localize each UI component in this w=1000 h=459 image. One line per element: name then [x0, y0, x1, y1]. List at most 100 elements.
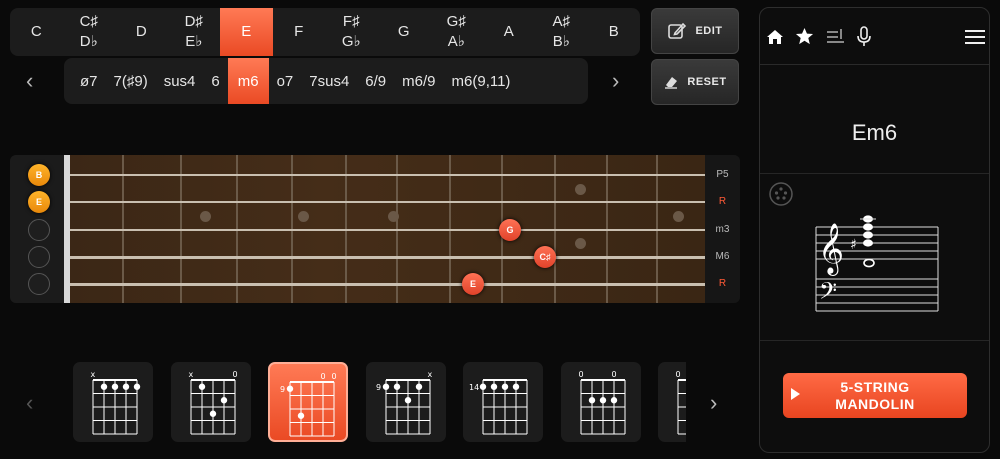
diagram-finger-dot — [220, 397, 227, 404]
key-1[interactable]: C♯ D♭ — [63, 8, 116, 56]
play-instrument-button[interactable]: 5-STRING MANDOLIN — [783, 373, 967, 418]
open-note-marker[interactable]: E — [28, 191, 50, 213]
string-5 — [70, 283, 705, 287]
chord-type-5[interactable]: o7 — [269, 58, 302, 104]
chord-diagram: 14 — [469, 379, 528, 435]
diagram-finger-dot — [209, 410, 216, 417]
key-3[interactable]: D♯ E♭ — [168, 8, 221, 56]
key-5[interactable]: F — [273, 8, 326, 56]
key-label-alt: B♭ — [552, 33, 570, 50]
diagram-finger-dot — [122, 383, 130, 390]
reset-button[interactable]: RESET — [651, 59, 739, 105]
diagram-open-mute-label: 0 — [676, 370, 681, 379]
diagram-finger-dot — [111, 383, 119, 390]
next-chord-type-arrow-icon[interactable]: › — [612, 68, 619, 94]
interval-label: m3 — [715, 224, 730, 235]
key-11[interactable]: B — [588, 8, 641, 56]
key-label-alt: E♭ — [185, 33, 203, 50]
chord-type-9[interactable]: m6(9,11) — [444, 58, 519, 104]
prev-chord-type-arrow-icon[interactable]: ‹ — [26, 68, 33, 94]
chord-type-6[interactable]: 7sus4 — [301, 58, 357, 104]
chord-type-3[interactable]: 6 — [203, 58, 227, 104]
playlist-add-icon[interactable] — [826, 28, 846, 46]
chord-type-0[interactable]: ø7 — [72, 58, 106, 104]
chord-diagram-card[interactable]: x0 — [170, 362, 251, 442]
string-2 — [70, 201, 705, 203]
diagram-finger-dot — [415, 383, 422, 390]
interval-label: M6 — [715, 251, 730, 262]
diagram-fret-label: 9 — [376, 383, 381, 392]
open-note-marker[interactable]: B — [28, 164, 50, 186]
diagram-finger-dot — [588, 397, 595, 404]
fretted-note-marker[interactable]: C♯ — [534, 246, 556, 268]
diagram-finger-dot — [479, 383, 487, 390]
panel-divider-bottom — [760, 340, 989, 341]
menu-icon[interactable] — [965, 29, 985, 45]
chord-type-1[interactable]: 7(♯9) — [106, 58, 156, 104]
chord-diagram-card[interactable]: 14 — [463, 362, 543, 442]
panel-divider — [760, 173, 989, 174]
key-label-alt: G♭ — [341, 33, 361, 50]
chord-type-7[interactable]: 6/9 — [357, 58, 394, 104]
diagram-open-mute-label: 0 — [332, 372, 337, 381]
chord-diagram-card[interactable]: 0 — [658, 362, 686, 442]
diagram-open-mute-label: x — [188, 370, 193, 379]
reset-button-label: RESET — [687, 76, 727, 88]
prev-diagram-arrow-icon[interactable]: ‹ — [26, 390, 33, 416]
key-label: E — [241, 23, 252, 40]
eraser-icon — [665, 77, 678, 89]
star-icon[interactable] — [795, 27, 814, 46]
chord-type-4[interactable]: m6 — [227, 58, 269, 104]
chord-diagram-card[interactable]: 00 9 — [268, 362, 348, 442]
chord-diagram-card[interactable]: 00 — [560, 362, 641, 442]
key-label: B — [608, 23, 619, 40]
key-4[interactable]: E — [220, 8, 273, 56]
play-label-line2: MANDOLIN — [835, 395, 915, 412]
key-label: F♯ — [342, 13, 360, 30]
panel-toolbar — [760, 8, 989, 65]
fret-inlay — [388, 210, 399, 222]
fretted-note-marker[interactable]: E — [462, 273, 484, 295]
staff-notation: 𝄞 𝄢 ♯ — [815, 215, 939, 312]
diagram-open-mute-label: 0 — [578, 370, 583, 379]
play-icon — [791, 388, 800, 400]
open-string-slot[interactable] — [28, 273, 50, 295]
string-1 — [70, 174, 705, 176]
key-8[interactable]: G♯ A♭ — [430, 8, 483, 56]
microphone-icon[interactable] — [856, 26, 872, 48]
key-9[interactable]: A — [483, 8, 536, 56]
key-label: G♯ — [446, 13, 466, 30]
diagram-finger-dot — [393, 383, 400, 390]
chord-diagram-card[interactable]: x9 — [365, 362, 446, 442]
key-label: G — [397, 23, 410, 40]
home-icon[interactable] — [766, 28, 784, 46]
key-label: D♯ — [184, 13, 203, 30]
fretted-note-marker[interactable]: G — [499, 219, 521, 241]
key-label: A♯ — [552, 13, 570, 30]
next-diagram-arrow-icon[interactable]: › — [710, 390, 717, 416]
key-label: C♯ — [79, 13, 98, 30]
diagram-finger-dot — [404, 397, 411, 404]
edit-icon — [668, 22, 687, 39]
fretboard[interactable]: P5 Rm3 M6 R B E G C♯ E — [10, 155, 740, 303]
chord-type-8[interactable]: m6/9 — [394, 58, 443, 104]
circle-of-fifths-icon[interactable] — [768, 181, 794, 207]
key-2[interactable]: D — [115, 8, 168, 56]
chord-diagram-card[interactable]: x — [73, 362, 153, 442]
key-6[interactable]: F♯ G♭ — [325, 8, 378, 56]
diagram-finger-dot — [198, 383, 205, 390]
chord-type-2[interactable]: sus4 — [156, 58, 204, 104]
fret-inlay — [298, 210, 309, 222]
diagram-finger-dot — [133, 383, 141, 390]
key-7[interactable]: G — [378, 8, 431, 56]
key-label: A — [503, 23, 514, 40]
open-string-slot[interactable] — [28, 246, 50, 268]
key-0[interactable]: C — [10, 8, 63, 56]
edit-button[interactable]: EDIT — [651, 8, 739, 54]
diagram-finger-dot — [286, 385, 294, 392]
key-10[interactable]: A♯ B♭ — [535, 8, 588, 56]
open-string-slot[interactable] — [28, 219, 50, 241]
diagram-open-mute-label: 0 — [232, 370, 237, 379]
diagram-open-mute-label: x — [91, 370, 96, 379]
diagram-finger-dot — [382, 383, 389, 390]
